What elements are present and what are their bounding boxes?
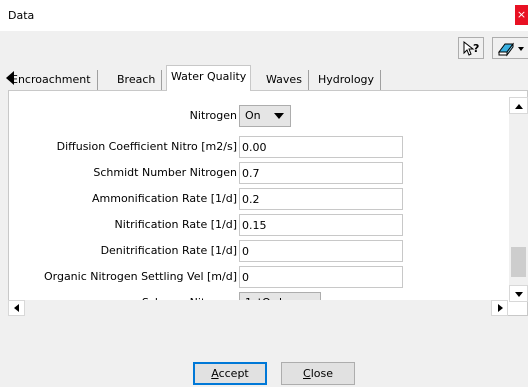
nitrogen-select-value: On xyxy=(245,109,261,122)
scroll-right-icon[interactable] xyxy=(491,300,508,316)
close-label: lose xyxy=(310,367,333,380)
close-mnemonic: C xyxy=(303,367,311,380)
eraser-icon xyxy=(498,42,524,57)
whats-this-help-button[interactable]: ? xyxy=(458,37,484,59)
nitrogen-label: Nitrogen xyxy=(189,109,237,122)
diffusion-coefficient-label: Diffusion Coefficient Nitro [m2/s] xyxy=(56,140,237,153)
tab-encroachment[interactable]: Encroachment xyxy=(11,70,98,90)
tab-waves[interactable]: Waves xyxy=(266,70,309,90)
settling-velocity-label: Organic Nitrogen Settling Vel [m/d] xyxy=(43,270,237,283)
nitrification-rate-label: Nitrification Rate [1/d] xyxy=(114,218,237,231)
title-bar: Data × xyxy=(0,0,528,31)
scroll-up-icon[interactable] xyxy=(509,97,528,114)
nitrification-rate-field[interactable] xyxy=(239,214,403,236)
accept-button[interactable]: Accept xyxy=(193,362,267,385)
schmidt-number-field[interactable] xyxy=(239,162,403,184)
vertical-scroll-thumb[interactable] xyxy=(511,247,526,277)
denitrification-rate-field[interactable] xyxy=(239,240,403,262)
window-title: Data xyxy=(8,9,35,22)
tab-breach[interactable]: Breach xyxy=(117,70,163,90)
denitrification-rate-label: Denitrification Rate [1/d] xyxy=(100,244,237,257)
schmidt-number-label: Schmidt Number Nitrogen xyxy=(93,166,237,179)
horizontal-scroll-thumb[interactable] xyxy=(25,302,490,314)
tab-hydrology[interactable]: Hydrology xyxy=(318,70,382,90)
tab-water-quality[interactable]: Water Quality xyxy=(166,65,252,91)
close-window-button[interactable]: × xyxy=(515,5,528,25)
nitrogen-select[interactable]: On xyxy=(239,105,291,127)
scroll-left-icon[interactable] xyxy=(8,300,25,316)
close-icon: × xyxy=(516,8,527,21)
ammonification-rate-field[interactable] xyxy=(239,188,403,210)
svg-text:?: ? xyxy=(473,42,479,55)
accept-mnemonic: A xyxy=(211,367,219,380)
vertical-scrollbar[interactable] xyxy=(509,97,528,302)
eraser-dropdown-button[interactable] xyxy=(492,37,528,59)
close-button[interactable]: Close xyxy=(281,362,355,385)
horizontal-scrollbar[interactable] xyxy=(8,300,508,316)
accept-label: ccept xyxy=(218,367,249,380)
ammonification-rate-label: Ammonification Rate [1/d] xyxy=(92,192,237,205)
settling-velocity-field[interactable] xyxy=(239,266,403,288)
diffusion-coefficient-field[interactable] xyxy=(239,136,403,158)
whats-this-help-icon: ? xyxy=(463,41,479,56)
chevron-down-icon xyxy=(274,113,284,119)
scroll-down-icon[interactable] xyxy=(509,285,528,302)
water-quality-panel: Nitrogen On Diffusion Coefficient Nitro … xyxy=(8,90,528,316)
